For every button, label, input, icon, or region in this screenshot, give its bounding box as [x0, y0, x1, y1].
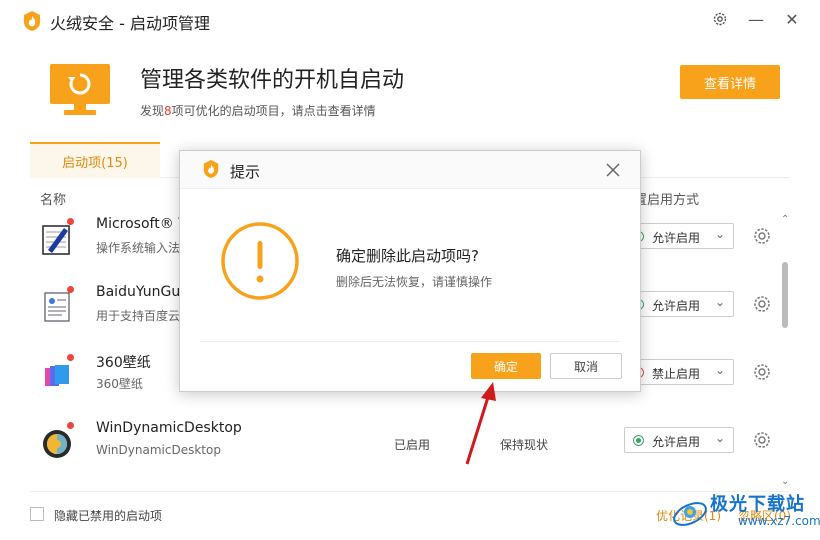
settings-icon[interactable]: [710, 9, 730, 29]
scroll-thumb[interactable]: [782, 262, 788, 328]
ime-pen-icon: [42, 225, 70, 255]
chevron-down-icon: ⌄: [714, 431, 725, 445]
dialog-hint: 删除后无法恢复，请谨慎操作: [336, 275, 493, 289]
scroll-up-icon[interactable]: ⌃: [781, 214, 789, 225]
optimizable-count: 8: [164, 104, 172, 118]
cancel-button[interactable]: 取消: [550, 353, 622, 379]
view-details-button[interactable]: 查看详情: [680, 65, 780, 99]
new-item-dot: [67, 422, 74, 429]
allow-radio-icon: [633, 435, 644, 446]
window-title: 火绒安全 - 启动项管理: [50, 14, 210, 33]
title-bar: 火绒安全 - 启动项管理 — ✕: [0, 0, 820, 40]
gear-icon[interactable]: [752, 362, 772, 382]
summary-suffix: 项可优化的启动项目，请点击查看详情: [171, 104, 376, 118]
minimize-button[interactable]: —: [746, 9, 766, 29]
huorong-logo-icon: [203, 160, 219, 178]
dialog-header: 提示: [180, 151, 640, 189]
monitor-startup-icon: [50, 64, 110, 115]
dynamic-desktop-icon: [43, 430, 71, 458]
annotation-arrow-icon: [465, 382, 496, 465]
close-button[interactable]: ✕: [782, 9, 802, 29]
gear-icon[interactable]: [752, 226, 772, 246]
row-title: 360壁纸: [96, 355, 151, 371]
startup-mode-select[interactable]: 允许启用 ⌄: [624, 427, 734, 453]
row-title: Microsoft® V: [96, 216, 188, 232]
mode-label: 允许启用: [652, 231, 701, 245]
huorong-logo-icon: [24, 11, 40, 31]
site-watermark: 极光下载站 www.xz7.com: [668, 488, 820, 538]
watermark-url: www.xz7.com: [738, 514, 820, 528]
new-item-dot: [67, 286, 74, 293]
document-icon: [44, 292, 70, 322]
row-desc: 360壁纸: [96, 377, 143, 391]
dialog-question: 确定删除此启动项吗?: [336, 247, 479, 265]
table-row: WinDynamicDesktop WinDynamicDesktop 已启用 …: [30, 410, 775, 478]
chevron-down-icon: ⌄: [714, 363, 725, 377]
watermark-title: 极光下载站: [710, 494, 805, 515]
row-desc: 用于支持百度云: [96, 309, 181, 323]
watermark-logo-icon: [673, 502, 707, 526]
chevron-down-icon: ⌄: [714, 227, 725, 241]
tab-startup-items[interactable]: 启动项(15): [30, 142, 160, 178]
new-item-dot: [67, 354, 74, 361]
summary-prefix: 发现: [140, 104, 165, 118]
dialog-title: 提示: [230, 163, 261, 181]
row-title: BaiduYunGu: [96, 284, 181, 300]
hide-disabled-checkbox[interactable]: [30, 507, 44, 521]
mode-label: 允许启用: [652, 435, 701, 449]
gear-icon[interactable]: [752, 294, 772, 314]
gear-icon[interactable]: [752, 430, 772, 450]
row-desc: WinDynamicDesktop: [96, 443, 221, 457]
chevron-down-icon: ⌄: [714, 295, 725, 309]
dialog-divider: [200, 341, 620, 342]
row-status: 已启用: [394, 438, 431, 452]
new-item-dot: [67, 218, 74, 225]
confirm-delete-dialog: 提示 确定删除此启动项吗? 删除后无法恢复，请谨慎操作 确定 取消: [179, 150, 641, 392]
close-icon[interactable]: [604, 161, 622, 179]
scroll-down-icon[interactable]: ⌄: [781, 476, 789, 487]
confirm-button[interactable]: 确定: [471, 353, 541, 379]
row-suggestion: 保持现状: [500, 438, 549, 452]
wallpaper-icon: [45, 365, 69, 386]
row-desc: 操作系统输入法: [96, 241, 181, 255]
mode-label: 允许启用: [652, 299, 701, 313]
optimization-summary: 发现8项可优化的启动项目，请点击查看详情: [140, 102, 376, 119]
page-title: 管理各类软件的开机自启动: [140, 68, 405, 93]
mode-label: 禁止启用: [652, 367, 701, 381]
hide-disabled-label: 隐藏已禁用的启动项: [54, 509, 163, 523]
warning-icon: [221, 222, 299, 300]
row-title: WinDynamicDesktop: [96, 420, 242, 436]
list-scrollbar[interactable]: ⌃ ⌄: [779, 214, 791, 489]
